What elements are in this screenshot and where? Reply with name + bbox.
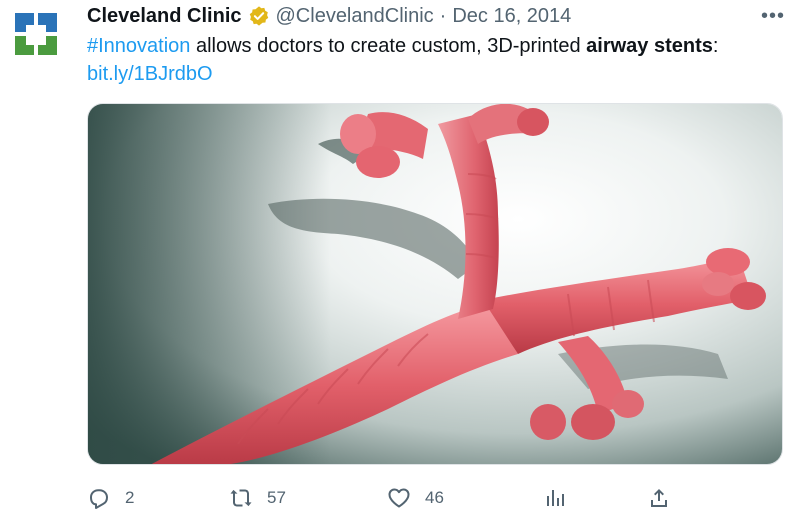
more-options-button[interactable]: •••	[761, 2, 785, 30]
avatar[interactable]	[4, 4, 68, 66]
separator-dot: ·	[439, 5, 447, 27]
short-url-link[interactable]: bit.ly/1BJrdbO	[87, 63, 213, 85]
views-button[interactable]	[543, 478, 567, 518]
reply-icon	[90, 489, 108, 509]
tweet-date[interactable]: Dec 16, 2014	[452, 2, 571, 30]
author-handle[interactable]: @ClevelandClinic	[276, 2, 434, 30]
hashtag-link[interactable]: #Innovation	[87, 35, 190, 57]
tweet-text-body: allows doctors to create custom, 3D-prin…	[190, 35, 587, 57]
tweet-actions: 2 57 46	[87, 478, 783, 518]
airway-stent-photo-icon	[88, 104, 782, 464]
like-button[interactable]: 46	[387, 478, 444, 518]
author-display-name[interactable]: Cleveland Clinic	[87, 2, 242, 30]
more-icon: •••	[760, 5, 785, 27]
tweet-media[interactable]	[87, 103, 783, 465]
heart-icon	[388, 488, 410, 508]
share-button[interactable]	[647, 478, 671, 518]
cleveland-clinic-logo-icon	[15, 13, 57, 55]
retweet-icon	[230, 489, 252, 507]
reply-button[interactable]: 2	[87, 478, 134, 518]
retweet-count: 57	[267, 488, 286, 507]
views-icon	[547, 490, 564, 506]
share-icon	[651, 489, 667, 507]
retweet-button[interactable]: 57	[229, 478, 286, 518]
tweet-text: #Innovation allows doctors to create cus…	[87, 32, 787, 88]
verified-badge-icon[interactable]	[248, 5, 270, 27]
like-count: 46	[425, 488, 444, 507]
tweet-text-colon: :	[712, 35, 719, 57]
tweet-text-bold: airway stents	[586, 35, 713, 57]
reply-count: 2	[125, 488, 135, 507]
tweet-header: Cleveland Clinic @ClevelandClinic · Dec …	[87, 2, 571, 30]
